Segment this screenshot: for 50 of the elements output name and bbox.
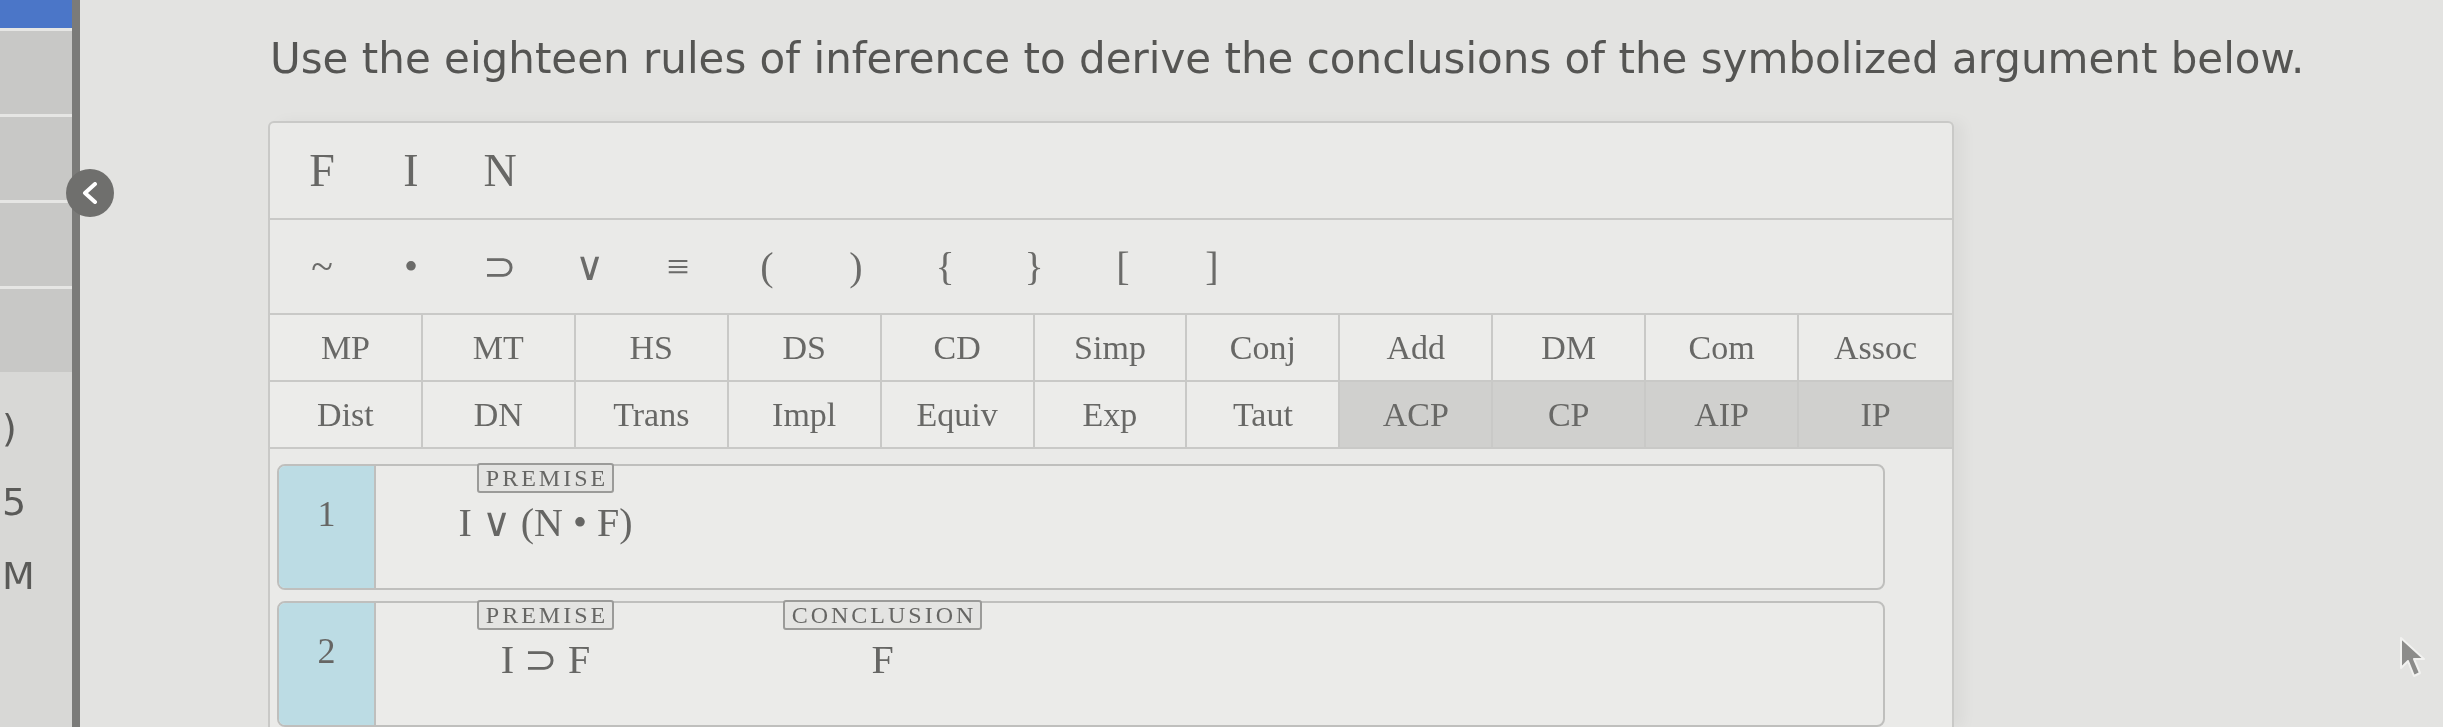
rule-button[interactable]: Com (1646, 315, 1800, 382)
operator-button[interactable]: } (1006, 238, 1062, 295)
formula-text: I ⊃ F (500, 638, 591, 682)
rule-button[interactable]: DS (728, 315, 882, 382)
operator-button[interactable]: ∨ (561, 238, 617, 295)
line-tag: CONCLUSION (782, 600, 983, 630)
instruction-text: Use the eighteen rules of inference to derive the conclusions of the symbolized argument below. (270, 34, 2305, 84)
rule-button[interactable]: HS (575, 315, 729, 382)
operator-button[interactable]: ~ (294, 238, 350, 295)
formula-text: F (871, 638, 894, 682)
operator-button[interactable]: ( (739, 238, 795, 295)
variable-button[interactable]: I (383, 142, 439, 199)
sidebar-item[interactable] (0, 286, 72, 372)
variable-button[interactable]: N (472, 142, 528, 199)
rule-button[interactable]: CD (881, 315, 1035, 382)
operator-button[interactable]: ⊃ (472, 238, 528, 295)
rule-button[interactable]: Exp (1034, 382, 1188, 449)
rule-button[interactable]: Equiv (881, 382, 1035, 449)
line-number: 2 (279, 603, 376, 725)
operator-button[interactable]: ] (1184, 238, 1240, 295)
rule-button[interactable]: Dist (270, 382, 423, 449)
rule-button[interactable]: Impl (728, 382, 882, 449)
rule-button[interactable]: Trans (575, 382, 729, 449)
rule-button[interactable]: MT (422, 315, 576, 382)
sidebar-item[interactable] (0, 28, 72, 114)
rule-button[interactable]: MP (270, 315, 423, 382)
chevron-left-icon (82, 182, 98, 204)
sidebar-label: ) (2, 405, 17, 452)
collapse-button[interactable] (66, 169, 114, 217)
sidebar-header (0, 0, 72, 28)
operator-button[interactable]: { (917, 238, 973, 295)
rule-button[interactable]: DN (422, 382, 576, 449)
line-tag: PREMISE (476, 600, 615, 630)
variable-button[interactable]: F (294, 142, 350, 199)
operator-button[interactable]: ≡ (650, 238, 706, 295)
sidebar-label: M (2, 553, 35, 600)
rule-button[interactable]: Add (1340, 315, 1494, 382)
operator-button[interactable]: ) (828, 238, 884, 295)
line-tag: PREMISE (476, 463, 615, 493)
rule-button[interactable]: DM (1493, 315, 1647, 382)
formula-text: I ∨ (N • F) (458, 501, 633, 545)
rule-button[interactable]: Conj (1187, 315, 1341, 382)
operator-button[interactable]: [ (1095, 238, 1151, 295)
rule-button[interactable]: Assoc (1799, 315, 1952, 382)
operator-button[interactable]: • (383, 238, 439, 295)
pointer-icon (2399, 636, 2427, 678)
line-number: 1 (279, 466, 376, 588)
rule-button[interactable]: Simp (1034, 315, 1188, 382)
rule-button[interactable]: Taut (1187, 382, 1341, 449)
sidebar-label: 5 (2, 479, 27, 526)
